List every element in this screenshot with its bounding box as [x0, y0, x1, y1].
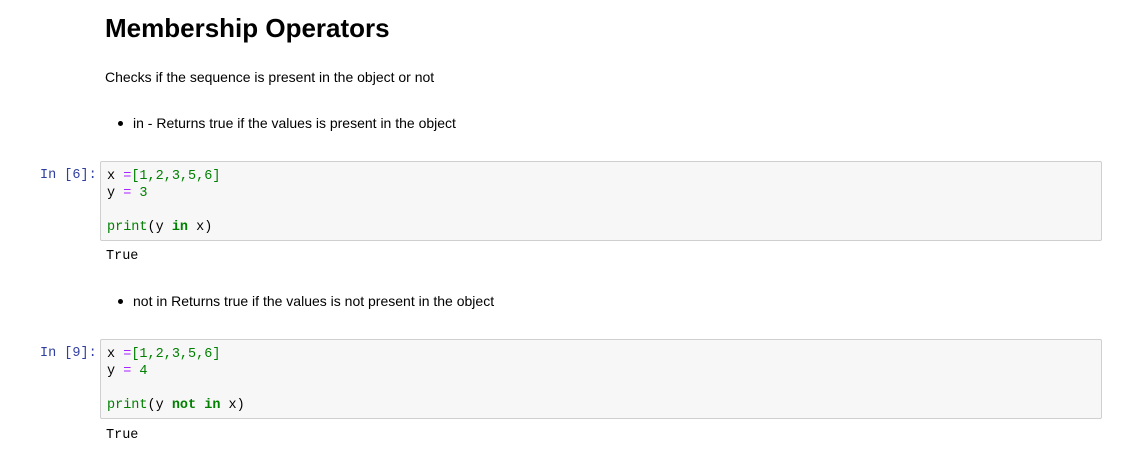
cell-output: True — [106, 249, 139, 264]
code-line: x =[1,2,3,5,6] — [107, 347, 221, 362]
bullet-dot-icon — [118, 121, 123, 126]
section-heading: Membership Operators — [105, 13, 390, 43]
code-line: print(y not in x) — [107, 398, 245, 413]
bullet-text: in - Returns true if the values is prese… — [133, 115, 456, 131]
code-line: y = 4 — [107, 364, 148, 379]
intro-text: Checks if the sequence is present in the… — [105, 69, 435, 85]
code-line: print(y in x) — [107, 220, 213, 235]
bullet-text: not in Returns true if the values is not… — [133, 293, 495, 309]
code-line: x =[1,2,3,5,6] — [107, 169, 221, 184]
bullet-item-not-in: not in Returns true if the values is not… — [118, 291, 495, 311]
cell-prompt: In [9]: — [40, 346, 97, 361]
bullet-item-in: in - Returns true if the values is prese… — [118, 113, 456, 133]
code-cell-input[interactable]: x =[1,2,3,5,6] y = 3 print(y in x) — [100, 161, 1102, 241]
cell-prompt: In [6]: — [40, 168, 97, 183]
code-line: y = 3 — [107, 186, 148, 201]
cell-output: True — [106, 428, 139, 443]
code-cell-input[interactable]: x =[1,2,3,5,6] y = 4 print(y not in x) — [100, 339, 1102, 419]
bullet-dot-icon — [118, 299, 123, 304]
